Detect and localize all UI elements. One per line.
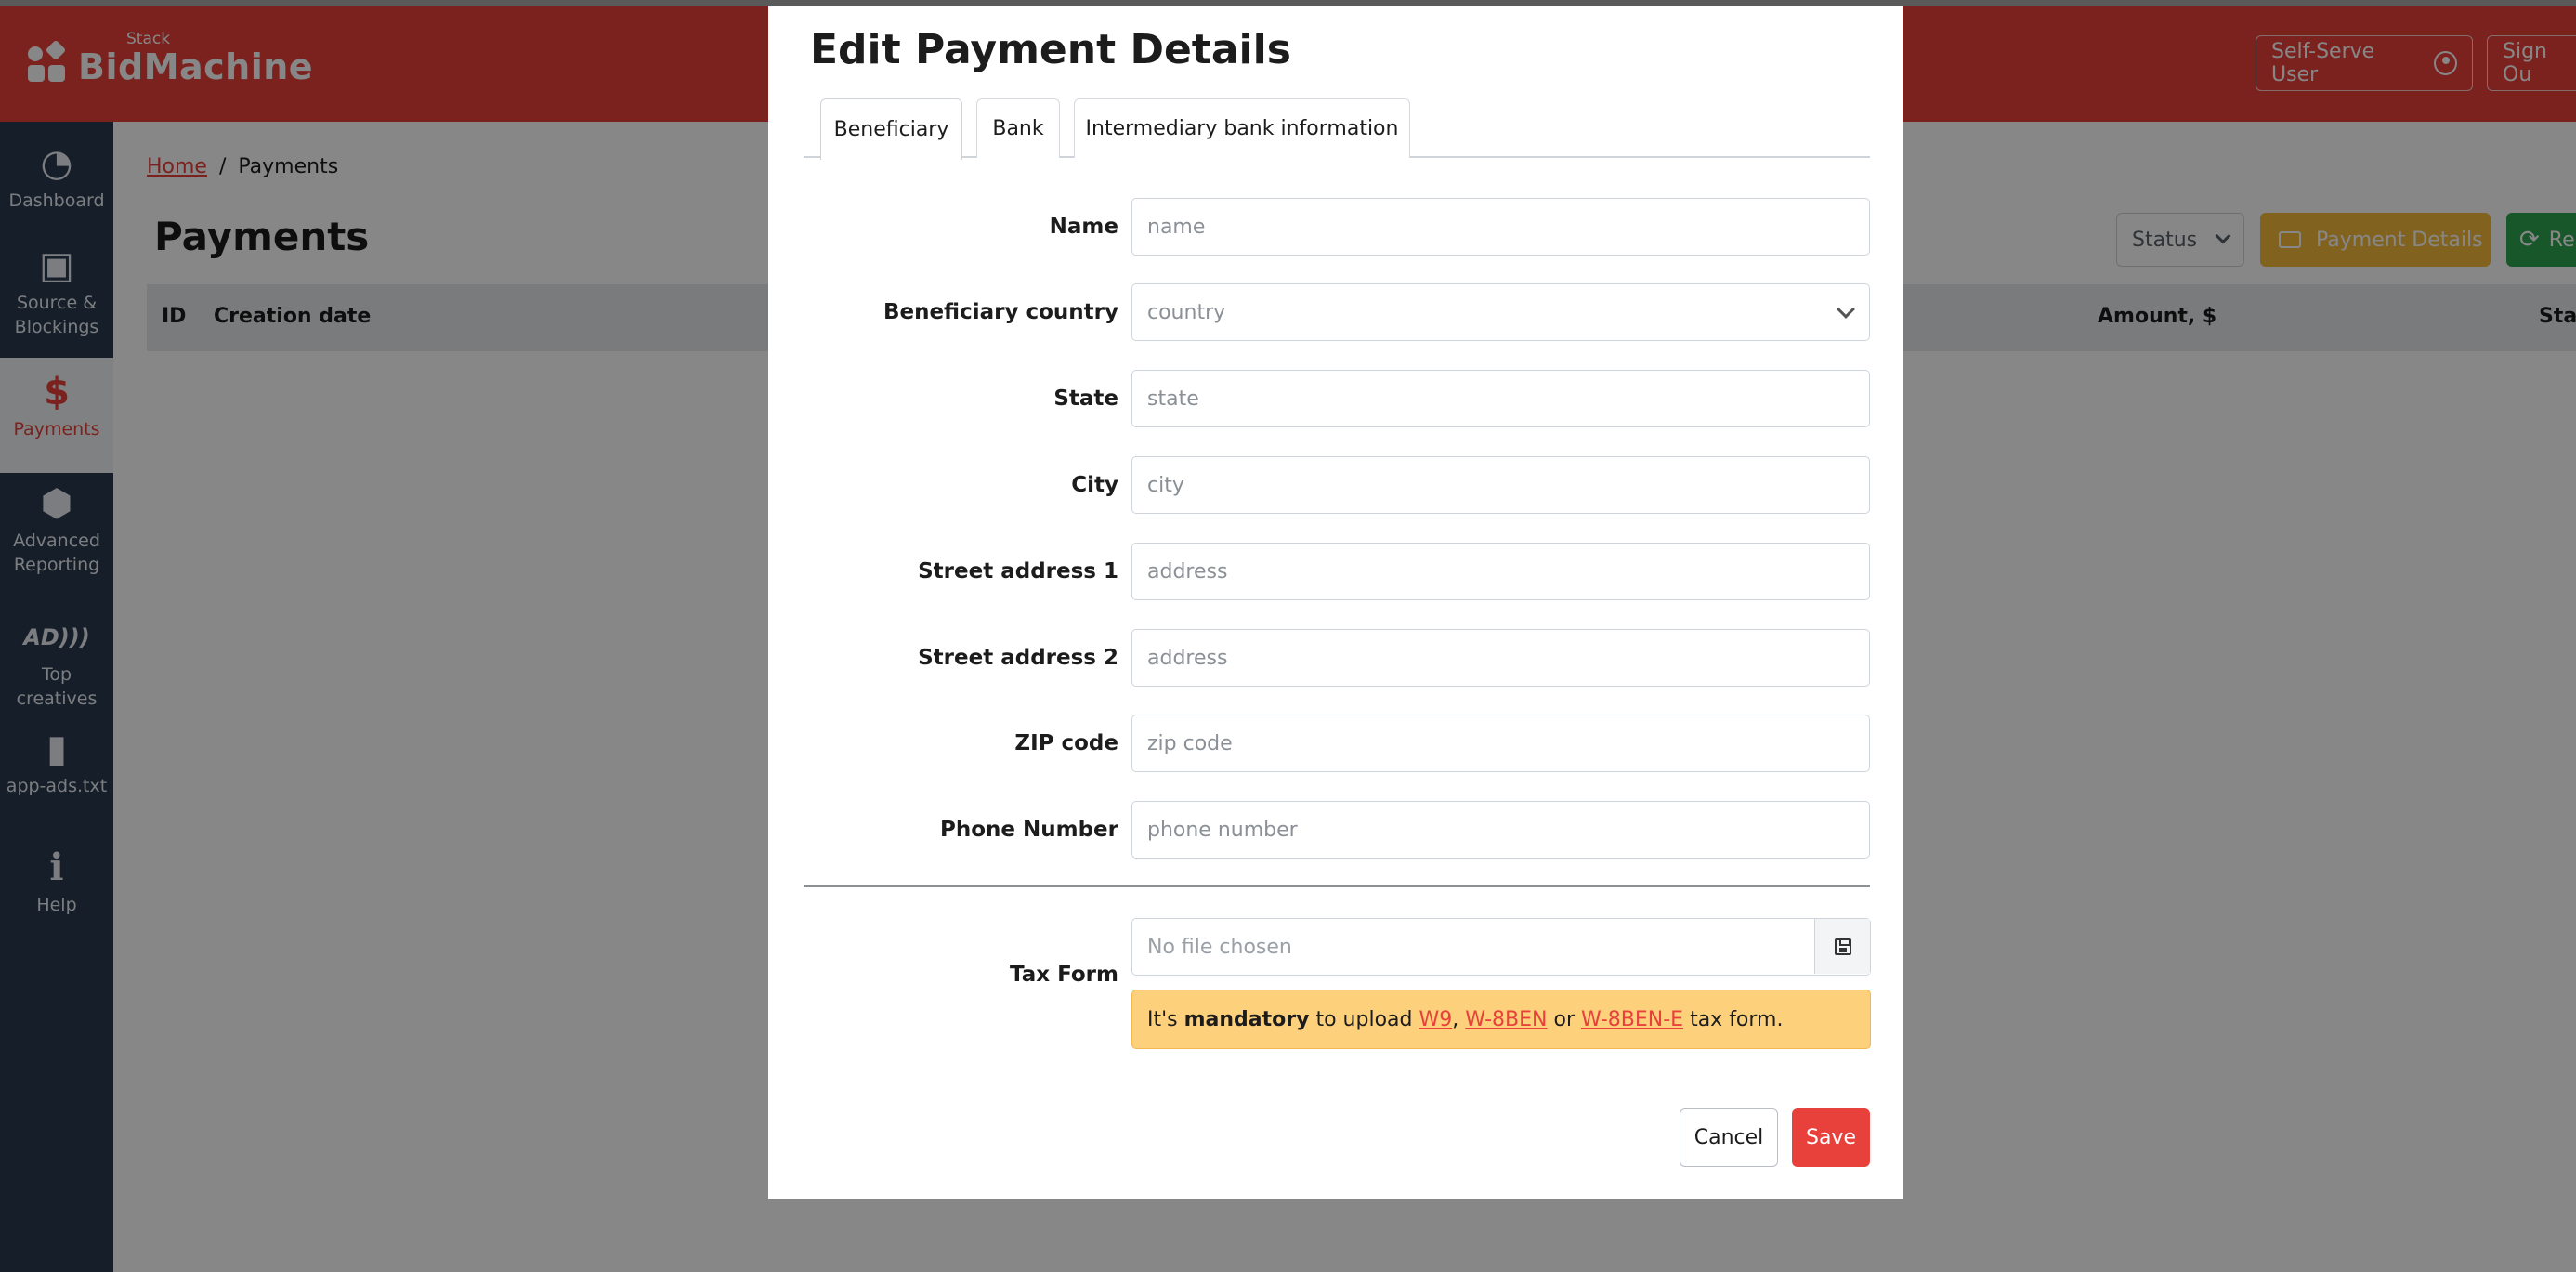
w8ben-e-link[interactable]: W-8BEN-E — [1581, 1008, 1683, 1031]
name-input[interactable] — [1131, 198, 1870, 256]
phone-number-label: Phone Number — [939, 818, 1118, 842]
cancel-button[interactable]: Cancel — [1680, 1108, 1778, 1167]
form-row-street-1: Street address 1 — [804, 543, 1870, 600]
state-label: State — [1053, 387, 1118, 411]
floppy-disk-icon — [1834, 938, 1851, 955]
city-input[interactable] — [1131, 456, 1870, 514]
form-row-country: Beneficiary country country — [804, 283, 1870, 341]
form-row-phone: Phone Number — [804, 801, 1870, 859]
zip-code-label: ZIP code — [1014, 731, 1118, 755]
form-row-city: City — [804, 456, 1870, 514]
phone-number-input[interactable] — [1131, 801, 1870, 859]
form-divider — [804, 885, 1870, 887]
alert-sep-2: or — [1547, 1007, 1581, 1031]
city-label: City — [1071, 473, 1118, 497]
alert-suffix: tax form. — [1683, 1007, 1784, 1031]
tax-form-file-input[interactable]: No file chosen — [1131, 918, 1871, 976]
alert-bold: mandatory — [1183, 1007, 1310, 1031]
beneficiary-country-value: country — [1147, 300, 1226, 324]
tax-form-label: Tax Form — [1010, 963, 1118, 987]
beneficiary-country-label: Beneficiary country — [883, 300, 1118, 324]
file-input-placeholder: No file chosen — [1147, 935, 1292, 959]
state-input[interactable] — [1131, 370, 1870, 427]
form-row-state: State — [804, 370, 1870, 427]
street-address-2-label: Street address 2 — [918, 646, 1118, 670]
beneficiary-country-select[interactable]: country — [1131, 283, 1870, 341]
street-address-1-label: Street address 1 — [918, 559, 1118, 584]
tab-bank[interactable]: Bank — [976, 98, 1060, 158]
file-browse-button[interactable] — [1814, 919, 1870, 974]
form-row-zip: ZIP code — [804, 715, 1870, 772]
w8ben-link[interactable]: W-8BEN — [1465, 1008, 1547, 1031]
w9-link[interactable]: W9 — [1419, 1008, 1452, 1031]
alert-prefix: It's — [1147, 1007, 1184, 1031]
street-address-2-input[interactable] — [1131, 629, 1870, 687]
modal-title: Edit Payment Details — [810, 26, 1291, 73]
alert-middle: to upload — [1309, 1007, 1419, 1031]
tab-beneficiary[interactable]: Beneficiary — [820, 98, 962, 160]
form-row-street-2: Street address 2 — [804, 629, 1870, 687]
edit-payment-details-modal: Edit Payment Details Beneficiary Bank In… — [768, 6, 1903, 1199]
alert-sep-1: , — [1452, 1007, 1466, 1031]
modal-tabs: Beneficiary Bank Intermediary bank infor… — [804, 93, 1870, 160]
tax-form-warning: It's mandatory to upload W9, W-8BEN or W… — [1131, 990, 1871, 1049]
tab-intermediary-bank[interactable]: Intermediary bank information — [1074, 98, 1410, 158]
save-button[interactable]: Save — [1792, 1108, 1870, 1167]
street-address-1-input[interactable] — [1131, 543, 1870, 600]
chevron-down-icon — [1837, 300, 1855, 319]
zip-code-input[interactable] — [1131, 715, 1870, 772]
name-label: Name — [1049, 215, 1118, 239]
form-row-name: Name — [804, 198, 1870, 256]
